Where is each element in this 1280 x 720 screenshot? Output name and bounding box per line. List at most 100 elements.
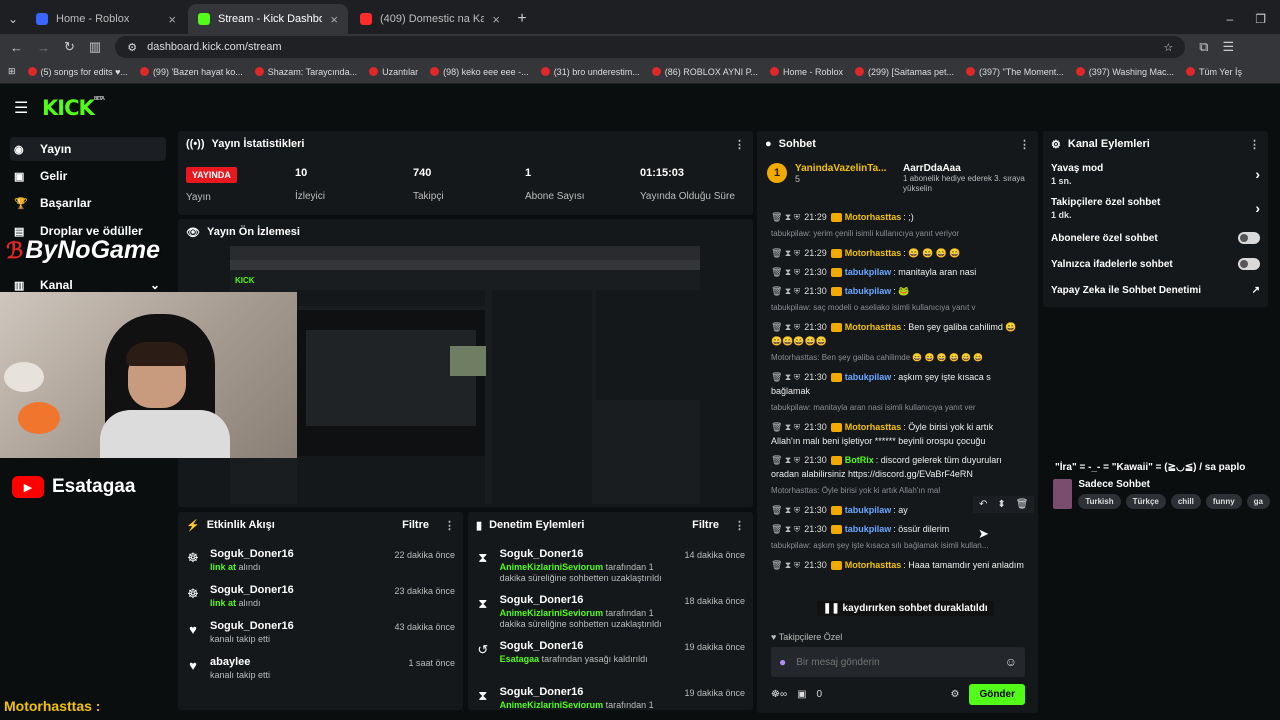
back-icon[interactable]: ← xyxy=(10,40,23,55)
bookmark-item[interactable]: (397) "The Moment... xyxy=(966,67,1064,77)
points-icon[interactable]: ☸∞ xyxy=(771,689,787,700)
actions-menu-icon[interactable]: ⋮ xyxy=(1249,138,1260,151)
chat-message[interactable]: 🗑 ⧗ ⛨ 21:30 tabukpilaw: manitayla aran nas… xyxy=(757,265,1038,279)
moderation-menu-icon[interactable]: ⋮ xyxy=(734,519,745,532)
chat-messages[interactable]: 🗑 ⧗ ⛨ 21:29 Motorhasttas: ;) tabukpilaw: ye… xyxy=(757,201,1038,635)
gifter-one-name[interactable]: YanindaVazelinTa... xyxy=(795,163,895,174)
chat-message[interactable]: 🗑 ⧗ ⛨ 21:30 Motorhasttas: Haaa tamamdır ye… xyxy=(757,558,1038,572)
chat-username[interactable]: Motorhasttas xyxy=(845,560,902,570)
bookmark-item[interactable]: Uzantılar xyxy=(369,67,418,77)
tab-menu-icon[interactable]: ⌄ xyxy=(0,4,26,34)
bookmark-item[interactable]: Home - Roblox xyxy=(769,67,843,77)
activity-filter-button[interactable]: Filtre xyxy=(402,519,429,531)
event-user[interactable]: Soguk_Doner16 xyxy=(500,640,675,652)
menu-icon[interactable]: ☰ xyxy=(1223,39,1235,55)
category-name[interactable]: Sadece Sohbet xyxy=(1078,479,1270,490)
chat-message[interactable]: 🗑 ⧗ ⛨ 21:30 Motorhasttas: Öyle birisi yok … xyxy=(757,420,1038,448)
stream-tag[interactable]: ga xyxy=(1246,494,1270,509)
reply-icon[interactable]: ↶ xyxy=(979,499,987,510)
gifter-two-name[interactable]: AarrDdaAaa xyxy=(903,163,1028,174)
bookmark-item[interactable]: Shazam: Taraycında... xyxy=(254,67,357,77)
chat-message[interactable]: 🗑 ⧗ ⛨ 21:30 tabukpilaw: 🐸 xyxy=(757,284,1038,298)
bookmark-item[interactable]: (31) bro underestim... xyxy=(540,67,640,77)
chat-username[interactable]: tabukpilaw xyxy=(845,372,892,382)
bookmark-item[interactable]: (5) songs for edits ♥... xyxy=(27,67,128,77)
event-moderator[interactable]: AnimeKizlariniSeviorum xyxy=(500,700,604,710)
chat-username[interactable]: tabukpilaw xyxy=(845,505,892,515)
category-thumbnail[interactable] xyxy=(1053,479,1073,509)
activity-menu-icon[interactable]: ⋮ xyxy=(444,519,455,532)
stats-menu-icon[interactable]: ⋮ xyxy=(734,138,745,151)
hamburger-icon[interactable]: ☰ xyxy=(14,98,28,118)
send-button[interactable]: Gönder xyxy=(969,683,1025,705)
bookmark-item[interactable]: (86) ROBLOX AYNI P... xyxy=(651,67,758,77)
event-user[interactable]: Soguk_Doner16 xyxy=(500,594,675,606)
chat-username[interactable]: Motorhasttas xyxy=(845,212,902,222)
event-moderator[interactable]: AnimeKizlariniSeviorum xyxy=(500,608,604,618)
tab-close-icon[interactable]: × xyxy=(492,12,500,27)
minimize-icon[interactable]: – xyxy=(1227,12,1234,26)
chat-username[interactable]: tabukpilaw xyxy=(845,524,892,534)
kick-logo[interactable]: KICKBETA xyxy=(42,96,105,120)
chat-message[interactable]: 🗑 ⧗ ⛨ 21:29 Motorhasttas: ;) xyxy=(757,210,1038,224)
maximize-icon[interactable]: ❐ xyxy=(1255,12,1266,26)
ai-moderation-row[interactable]: Yapay Zeka ile Sohbet Denetimi ↗ xyxy=(1043,277,1268,303)
pin-icon[interactable]: ⬍ xyxy=(997,499,1005,510)
stream-tag[interactable]: Türkçe xyxy=(1125,494,1166,509)
bookmark-item[interactable]: (98) keko eee eee -... xyxy=(430,67,529,77)
chat-username[interactable]: tabukpilaw xyxy=(845,267,892,277)
chat-message-field[interactable] xyxy=(796,656,995,668)
bookmark-item[interactable]: Tüm Yer İş xyxy=(1185,67,1242,77)
chat-message[interactable]: 🗑 ⧗ ⛨ 21:30 Motorhasttas: Ben şey galiba c… xyxy=(757,320,1038,348)
forward-icon[interactable]: → xyxy=(37,40,50,55)
browser-tab[interactable]: (409) Domestic na Kanojo Açılış × xyxy=(350,4,510,34)
chat-message[interactable]: 🗑 ⧗ ⛨ 21:30 tabukpilaw: össür dilerim xyxy=(757,522,1038,536)
apps-icon[interactable]: ⊞ xyxy=(8,66,16,77)
chat-menu-icon[interactable]: ⋮ xyxy=(1019,138,1030,151)
event-user[interactable]: abaylee xyxy=(210,656,270,668)
chat-username[interactable]: Motorhasttas xyxy=(845,322,902,332)
stream-tag[interactable]: funny xyxy=(1205,494,1242,509)
sidebar-item-stream[interactable]: ◉ Yayın xyxy=(10,137,166,161)
subs-only-toggle[interactable] xyxy=(1238,232,1260,244)
chat-username[interactable]: tabukpilaw xyxy=(845,286,892,296)
event-user[interactable]: Soguk_Doner16 xyxy=(500,548,675,560)
event-moderator[interactable]: AnimeKizlariniSeviorum xyxy=(500,562,604,572)
tab-close-icon[interactable]: × xyxy=(330,12,338,27)
stream-tag[interactable]: chill xyxy=(1170,494,1201,509)
mic-icon[interactable]: ● xyxy=(779,655,786,669)
browser-tab[interactable]: Home - Roblox × xyxy=(26,4,186,34)
stream-tag[interactable]: Turkish xyxy=(1078,494,1121,509)
event-moderator[interactable]: Esatagaa xyxy=(500,654,540,664)
tab-close-icon[interactable]: × xyxy=(168,12,176,27)
event-user[interactable]: Soguk_Doner16 xyxy=(210,548,294,560)
chat-message[interactable]: 🗑 ⧗ ⛨ 21:30 BotRix: discord gelerek tüm du… xyxy=(757,453,1038,481)
event-user[interactable]: Soguk_Doner16 xyxy=(210,584,294,596)
bookmark-item[interactable]: (99) 'Bazen hayat ko... xyxy=(139,67,243,77)
delete-icon[interactable]: 🗑 xyxy=(1016,499,1029,510)
chat-username[interactable]: BotRix xyxy=(845,455,874,465)
event-user[interactable]: Soguk_Doner16 xyxy=(210,620,294,632)
sidebar-icon[interactable]: ▥ xyxy=(89,39,101,55)
chat-username[interactable]: Motorhasttas xyxy=(845,422,902,432)
settings-gear-icon[interactable]: ⚙ xyxy=(950,689,959,700)
chat-message[interactable]: 🗑 ⧗ ⛨ 21:30 tabukpilaw: aşkım şey işte kıs… xyxy=(757,370,1038,398)
bookmark-item[interactable]: (299) [Saitamas pet... xyxy=(854,67,954,77)
chat-paused-banner[interactable]: ❚❚ kaydırırken sohbet duraklatıldı xyxy=(817,601,994,616)
gift-icon[interactable]: ▣ xyxy=(797,689,806,700)
moderation-filter-button[interactable]: Filtre xyxy=(692,519,719,531)
sidebar-item-revenue[interactable]: ▣ Gelir xyxy=(10,164,166,188)
url-field[interactable]: ⚙ dashboard.kick.com/stream ☆ xyxy=(115,36,1186,58)
browser-tab[interactable]: Stream - Kick Dashboard × xyxy=(188,4,348,34)
event-user[interactable]: Soguk_Doner16 xyxy=(500,686,675,698)
site-info-icon[interactable]: ⚙ xyxy=(127,41,137,54)
bookmark-item[interactable]: (397) Washing Mac... xyxy=(1075,67,1174,77)
preview-video[interactable]: KICK xyxy=(230,246,700,504)
new-tab-button[interactable]: + xyxy=(510,10,534,28)
emoji-icon[interactable]: ☺ xyxy=(1005,655,1017,669)
chat-message[interactable]: 🗑 ⧗ ⛨ 21:29 Motorhasttas: 😄 😄 😄 😄 xyxy=(757,246,1038,260)
bookmark-star-icon[interactable]: ☆ xyxy=(1163,41,1173,54)
extensions-icon[interactable]: ⧉ xyxy=(1199,39,1208,55)
reload-icon[interactable]: ↻ xyxy=(64,39,75,55)
emotes-only-toggle[interactable] xyxy=(1238,258,1260,270)
